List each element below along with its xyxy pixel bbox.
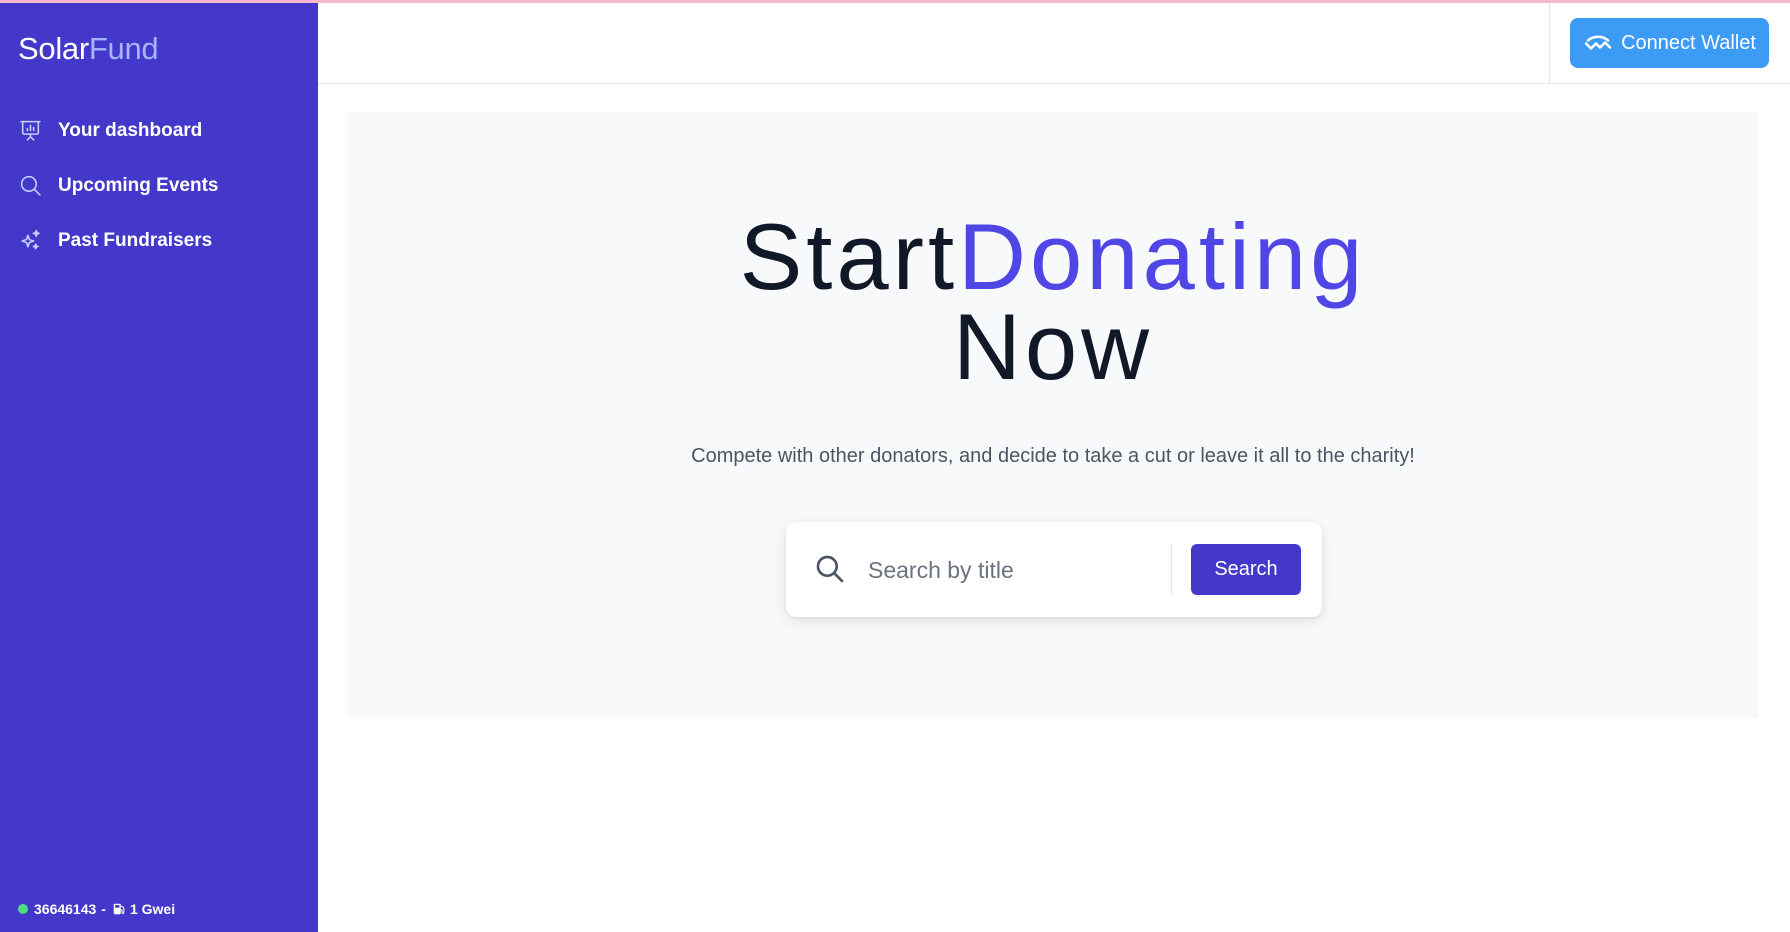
sidebar-item-label: Upcoming Events [58, 174, 219, 196]
hero-title-start: Start [739, 204, 959, 309]
gas-pump-icon [113, 903, 125, 915]
brand-part-solar: Solar [18, 31, 89, 66]
brand-logo[interactable]: SolarFund [18, 31, 159, 67]
status-dot [18, 904, 28, 914]
block-number: 36646143 [34, 901, 97, 917]
hero-section: StartDonating Now Compete with other don… [348, 112, 1758, 718]
connect-wallet-label: Connect Wallet [1621, 31, 1756, 54]
search-input[interactable] [866, 546, 1170, 594]
search-button[interactable]: Search [1191, 544, 1301, 595]
brand-part-fund: Fund [88, 31, 159, 66]
header-divider [1549, 3, 1550, 83]
status-separator: - [101, 901, 106, 917]
sidebar-item-dashboard[interactable]: Your dashboard [0, 103, 318, 158]
sidebar-nav: Your dashboard Upcoming Events Past Fund… [0, 103, 318, 268]
network-status: 36646143 - 1 Gwei [18, 901, 175, 917]
presentation-chart-icon [20, 120, 41, 141]
walletconnect-icon [1584, 35, 1612, 50]
sidebar-item-past-fundraisers[interactable]: Past Fundraisers [0, 213, 318, 268]
connect-wallet-button[interactable]: Connect Wallet [1570, 18, 1769, 68]
hero-title: StartDonating Now [348, 210, 1758, 394]
search-icon [20, 175, 41, 196]
sidebar-item-label: Your dashboard [58, 119, 203, 141]
sidebar-item-label: Past Fundraisers [58, 229, 213, 251]
sidebar-item-upcoming-events[interactable]: Upcoming Events [0, 158, 318, 213]
gas-price: 1 Gwei [129, 901, 176, 917]
search-divider [1171, 544, 1172, 595]
sparkles-icon [21, 229, 40, 250]
search-icon [816, 555, 844, 583]
sidebar: SolarFund Your dashboard Upcoming Events [0, 3, 318, 932]
hero-title-now: Now [952, 294, 1154, 399]
search-bar: Search [786, 522, 1322, 617]
hero-subtitle: Compete with other donators, and decide … [691, 445, 1415, 467]
